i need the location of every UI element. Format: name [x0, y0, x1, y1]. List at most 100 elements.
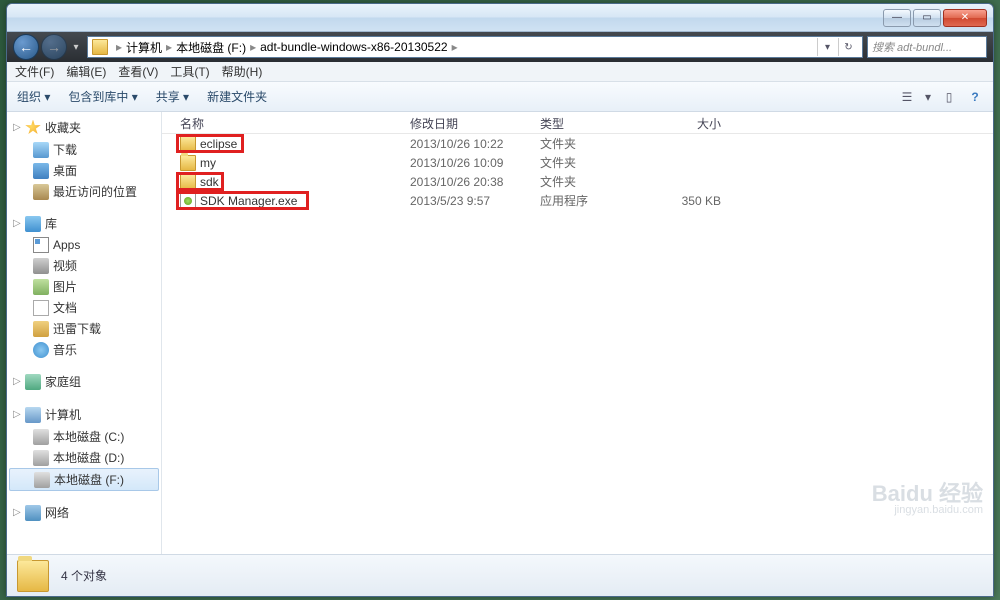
- forward-button[interactable]: →: [41, 34, 67, 60]
- include-library-button[interactable]: 包含到库中 ▾: [68, 88, 137, 105]
- explorer-window: — ▭ ✕ ← → ▾ ▸ 计算机 ▸ 本地磁盘 (F:) ▸ adt-bund…: [6, 3, 994, 597]
- star-icon: [25, 120, 41, 136]
- sidebar-item-label: 图片: [53, 278, 77, 295]
- menu-edit[interactable]: 编辑(E): [66, 63, 106, 80]
- sidebar-item-desktop[interactable]: 桌面: [7, 160, 161, 181]
- address-bar[interactable]: ▸ 计算机 ▸ 本地磁盘 (F:) ▸ adt-bundle-windows-x…: [87, 36, 863, 58]
- sidebar-item-label: 文档: [53, 299, 77, 316]
- sidebar-item-drive-f[interactable]: 本地磁盘 (F:): [9, 468, 159, 491]
- sidebar-item-apps[interactable]: Apps: [7, 235, 161, 255]
- back-button[interactable]: ←: [13, 34, 39, 60]
- breadcrumb-folder[interactable]: adt-bundle-windows-x86-20130522: [260, 40, 447, 54]
- toolbar-right: ☰ ▾ ▯ ?: [899, 89, 983, 105]
- dl-icon: [33, 142, 49, 158]
- breadcrumb-root[interactable]: 计算机: [126, 39, 162, 56]
- column-headers: 名称 修改日期 类型 大小: [162, 112, 993, 134]
- folder-icon: [92, 39, 108, 55]
- sidebar-item-label: 迅雷下载: [53, 320, 101, 337]
- sidebar-item-label: 最近访问的位置: [53, 183, 137, 200]
- share-button[interactable]: 共享 ▾: [156, 88, 189, 105]
- navigation-pane[interactable]: ▷ 收藏夹 下载桌面最近访问的位置 ▷ 库 Apps 视频图片文档迅雷下载音乐 ▷: [7, 112, 162, 554]
- file-size: [642, 141, 742, 147]
- computer-header[interactable]: ▷ 计算机: [7, 403, 161, 426]
- file-name: SDK Manager.exe: [200, 194, 297, 208]
- homegroup-label: 家庭组: [45, 373, 81, 390]
- file-list-pane[interactable]: 名称 修改日期 类型 大小 eclipse2013/10/26 10:22文件夹…: [162, 112, 993, 554]
- collapse-icon: ▷: [13, 218, 25, 229]
- folder-icon: [180, 136, 196, 152]
- drv-icon: [33, 450, 49, 466]
- file-size: [642, 179, 742, 185]
- sidebar-item-label: Apps: [53, 238, 80, 252]
- file-name: eclipse: [200, 137, 237, 151]
- menu-help[interactable]: 帮助(H): [222, 63, 263, 80]
- favorites-header[interactable]: ▷ 收藏夹: [7, 116, 161, 139]
- collapse-icon: ▷: [13, 507, 25, 518]
- file-date: 2013/10/26 20:38: [402, 172, 532, 192]
- address-dropdown[interactable]: ▾: [817, 38, 837, 56]
- sidebar-item-drive-c[interactable]: 本地磁盘 (C:): [7, 426, 161, 447]
- content-area: ▷ 收藏夹 下载桌面最近访问的位置 ▷ 库 Apps 视频图片文档迅雷下载音乐 ▷: [7, 112, 993, 554]
- nav-history-dropdown[interactable]: ▾: [69, 37, 83, 57]
- sidebar-item-label: 音乐: [53, 341, 77, 358]
- drv-icon: [33, 429, 49, 445]
- breadcrumb-drive[interactable]: 本地磁盘 (F:): [176, 39, 246, 56]
- file-row[interactable]: SDK Manager.exe2013/5/23 9:57应用程序350 KB: [162, 191, 993, 210]
- menu-tools[interactable]: 工具(T): [170, 63, 209, 80]
- title-bar[interactable]: — ▭ ✕: [7, 4, 993, 32]
- vid-icon: [33, 258, 49, 274]
- view-mode-icon[interactable]: ☰: [899, 89, 915, 105]
- column-type[interactable]: 类型: [532, 112, 642, 133]
- rec-icon: [33, 184, 49, 200]
- status-bar: 4 个对象: [7, 554, 993, 596]
- sidebar-item-label: 本地磁盘 (C:): [53, 428, 124, 445]
- sidebar-item-music[interactable]: 音乐: [7, 339, 161, 360]
- favorites-group: ▷ 收藏夹 下载桌面最近访问的位置: [7, 116, 161, 202]
- organize-button[interactable]: 组织 ▾: [17, 88, 50, 105]
- homegroup-header[interactable]: ▷ 家庭组: [7, 370, 161, 393]
- help-icon[interactable]: ?: [967, 89, 983, 105]
- sidebar-item-pictures[interactable]: 图片: [7, 276, 161, 297]
- menu-view[interactable]: 查看(V): [118, 63, 158, 80]
- collapse-icon: ▷: [13, 122, 25, 133]
- homegroup-group: ▷ 家庭组: [7, 370, 161, 393]
- file-name: sdk: [200, 175, 219, 189]
- sidebar-item-documents[interactable]: 文档: [7, 297, 161, 318]
- sidebar-item-label: 本地磁盘 (D:): [53, 449, 124, 466]
- computer-group: ▷ 计算机 本地磁盘 (C:) 本地磁盘 (D:) 本地磁盘 (F:): [7, 403, 161, 491]
- collapse-icon: ▷: [13, 376, 25, 387]
- refresh-button[interactable]: ↻: [838, 38, 858, 56]
- watermark-sub: jingyan.baidu.com: [872, 505, 983, 516]
- breadcrumb-sep: ▸: [116, 40, 122, 54]
- close-button[interactable]: ✕: [943, 9, 987, 27]
- network-label: 网络: [45, 504, 69, 521]
- libraries-header[interactable]: ▷ 库: [7, 212, 161, 235]
- desk-icon: [33, 163, 49, 179]
- menu-file[interactable]: 文件(F): [15, 63, 54, 80]
- libraries-label: 库: [45, 215, 57, 232]
- navigation-bar: ← → ▾ ▸ 计算机 ▸ 本地磁盘 (F:) ▸ adt-bundle-win…: [7, 32, 993, 62]
- new-folder-button[interactable]: 新建文件夹: [207, 88, 267, 105]
- computer-label: 计算机: [45, 406, 81, 423]
- sidebar-item-recent[interactable]: 最近访问的位置: [7, 181, 161, 202]
- column-name[interactable]: 名称: [162, 112, 402, 133]
- maximize-button[interactable]: ▭: [913, 9, 941, 27]
- library-icon: [25, 216, 41, 232]
- sidebar-item-drive-d[interactable]: 本地磁盘 (D:): [7, 447, 161, 468]
- minimize-button[interactable]: —: [883, 9, 911, 27]
- file-date: 2013/10/26 10:09: [402, 153, 532, 173]
- network-header[interactable]: ▷ 网络: [7, 501, 161, 524]
- sidebar-item-videos[interactable]: 视频: [7, 255, 161, 276]
- column-size[interactable]: 大小: [642, 112, 742, 133]
- sidebar-item-xunlei[interactable]: 迅雷下载: [7, 318, 161, 339]
- search-input[interactable]: 搜索 adt-bundl...: [867, 36, 987, 58]
- libraries-group: ▷ 库 Apps 视频图片文档迅雷下载音乐: [7, 212, 161, 360]
- column-date[interactable]: 修改日期: [402, 112, 532, 133]
- sidebar-item-label: 本地磁盘 (F:): [54, 471, 124, 488]
- sidebar-item-downloads[interactable]: 下载: [7, 139, 161, 160]
- preview-pane-icon[interactable]: ▯: [941, 89, 957, 105]
- view-dropdown[interactable]: ▾: [925, 90, 931, 104]
- file-date: 2013/10/26 10:22: [402, 134, 532, 154]
- file-size: [642, 160, 742, 166]
- breadcrumb-sep: ▸: [250, 40, 256, 54]
